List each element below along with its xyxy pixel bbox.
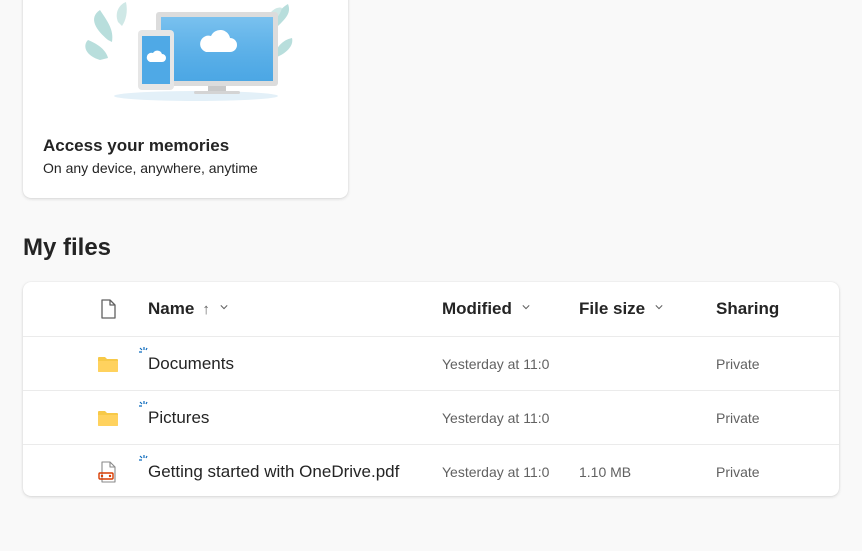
file-name[interactable]: Documents bbox=[148, 337, 234, 391]
table-row[interactable]: Documents Yesterday at 11:0 Private bbox=[23, 337, 839, 391]
files-table: Name ↑ Modified File size Sharing Documen… bbox=[23, 282, 839, 496]
promo-card-title: Access your memories bbox=[43, 136, 230, 155]
file-name[interactable]: Getting started with OneDrive.pdf bbox=[148, 445, 399, 499]
file-name[interactable]: Pictures bbox=[148, 391, 209, 445]
section-title: My files bbox=[23, 234, 112, 261]
column-header-file-size[interactable]: File size bbox=[579, 282, 663, 336]
column-header-modified-label: Modified bbox=[442, 299, 512, 318]
table-header: Name ↑ Modified File size Sharing bbox=[23, 282, 839, 336]
table-row[interactable]: Pictures Yesterday at 11:0 Private bbox=[23, 391, 839, 445]
file-modified: Yesterday at 11:0 bbox=[442, 410, 550, 426]
file-sharing: Private bbox=[716, 356, 760, 372]
column-header-name[interactable]: Name ↑ bbox=[148, 282, 228, 337]
file-modified: Yesterday at 11:0 bbox=[442, 356, 550, 372]
promo-card-subtitle: On any device, anywhere, anytime bbox=[43, 160, 258, 176]
folder-icon bbox=[98, 411, 118, 426]
file-sharing: Private bbox=[716, 410, 760, 426]
promo-card[interactable]: Access your memories On any device, anyw… bbox=[23, 0, 348, 198]
file-size: 1.10 MB bbox=[579, 464, 632, 480]
file-sharing: Private bbox=[716, 464, 760, 480]
folder-icon bbox=[98, 357, 118, 372]
chevron-down-icon bbox=[522, 304, 530, 309]
sort-ascending-icon: ↑ bbox=[202, 301, 210, 318]
chevron-down-icon bbox=[655, 304, 663, 309]
column-header-sharing[interactable]: Sharing bbox=[716, 282, 779, 336]
pdf-icon bbox=[98, 461, 116, 483]
file-modified: Yesterday at 11:0 bbox=[442, 464, 550, 480]
table-row[interactable]: Getting started with OneDrive.pdf Yester… bbox=[23, 445, 839, 499]
chevron-down-icon bbox=[220, 304, 228, 309]
column-header-modified[interactable]: Modified bbox=[442, 282, 530, 336]
column-header-name-label: Name bbox=[148, 299, 195, 318]
column-header-file-size-label: File size bbox=[579, 299, 646, 318]
devices-illustration bbox=[85, 2, 293, 101]
file-type-header-icon[interactable] bbox=[96, 297, 120, 321]
